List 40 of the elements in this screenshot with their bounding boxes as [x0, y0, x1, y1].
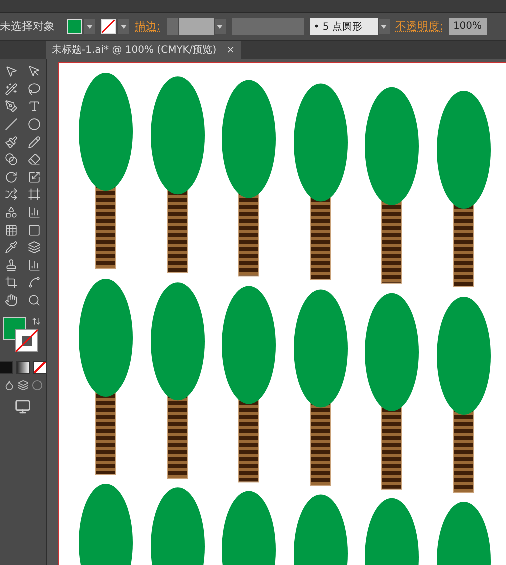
- dropdown-button[interactable]: [214, 19, 226, 34]
- close-icon[interactable]: ×: [226, 44, 236, 56]
- fill-swatch[interactable]: [67, 19, 82, 34]
- selection-status: 未选择对象: [0, 19, 55, 34]
- gradient-mode-icon[interactable]: [16, 361, 30, 374]
- hand-icon[interactable]: [5, 294, 18, 308]
- line-icon[interactable]: [5, 118, 18, 132]
- stroke-swatch[interactable]: [101, 19, 116, 34]
- tree-drawing: [294, 494, 348, 565]
- type-icon[interactable]: [28, 100, 41, 114]
- stroke-weight-field[interactable]: [178, 18, 214, 35]
- tree-drawing: [365, 498, 419, 565]
- eraser-icon[interactable]: [28, 153, 41, 166]
- pointer-icon[interactable]: [28, 65, 41, 78]
- pencil-icon[interactable]: [28, 136, 41, 149]
- tree-drawing: [437, 502, 491, 565]
- pen-icon[interactable]: [5, 100, 18, 114]
- color-mode-icon[interactable]: [0, 361, 13, 374]
- magic-wand-icon[interactable]: [5, 82, 18, 96]
- fill-stroke-swatches[interactable]: [3, 317, 39, 354]
- opacity-field[interactable]: 100%: [449, 18, 488, 35]
- ellipse-icon[interactable]: [28, 118, 41, 132]
- eyedropper-icon[interactable]: [5, 241, 18, 254]
- screen-mode-icon[interactable]: [15, 399, 31, 416]
- dropdown-button[interactable]: [84, 19, 95, 34]
- swap-icon[interactable]: [32, 317, 41, 326]
- dropdown-button[interactable]: [118, 19, 129, 34]
- opacity-label: 不透明度:: [396, 19, 444, 34]
- dropdown-button[interactable]: [378, 19, 390, 34]
- mesh-icon[interactable]: [5, 224, 18, 237]
- zoom-icon[interactable]: [28, 294, 41, 308]
- arrow-pointer-icon[interactable]: [5, 65, 18, 78]
- stroke-label: 描边:: [135, 19, 161, 34]
- bar-chart-icon[interactable]: [28, 258, 41, 272]
- brush-dropdown[interactable]: • 5 点圆形: [310, 18, 378, 35]
- document-tab[interactable]: 未标题-1.ai* @ 100% (CMYK/预览) ×: [46, 41, 242, 59]
- rotate-icon[interactable]: [5, 170, 18, 184]
- paintbrush-icon[interactable]: [5, 136, 18, 149]
- lasso-icon[interactable]: [28, 82, 41, 96]
- none-mode-icon[interactable]: [33, 361, 47, 374]
